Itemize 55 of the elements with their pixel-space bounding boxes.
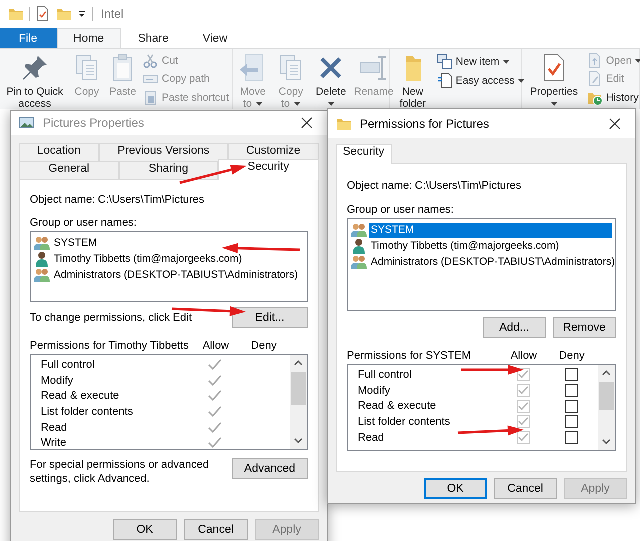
section-label: Permissions for SYSTEM: [347, 350, 472, 362]
history-button[interactable]: History: [585, 88, 640, 107]
window-title: Intel: [101, 7, 124, 21]
field-label: Object name:: [347, 180, 414, 192]
user-list-item[interactable]: Timothy Tibbetts (tim@majorgeeks.com): [369, 238, 562, 254]
object-path: C:\Users\Tim\Pictures: [415, 180, 522, 192]
permission-name: Read: [358, 432, 386, 444]
user-list-item[interactable]: Administrators (DESKTOP-TABIUST\Administrators): [52, 268, 300, 282]
dialog-tab[interactable]: Location: [19, 143, 100, 161]
user-list-item[interactable]: Timothy Tibbetts (tim@majorgeeks.com): [52, 252, 244, 266]
permission-name: List folder contents: [358, 416, 452, 428]
edit-button[interactable]: Edit...: [232, 307, 308, 328]
permission-name: Read & execute: [41, 390, 120, 402]
dialog-button[interactable]: Cancel: [494, 478, 557, 499]
dialog-button[interactable]: Cancel: [184, 519, 248, 540]
ribbon-tab[interactable]: View: [186, 28, 245, 48]
section-label: Group or user names:: [347, 204, 455, 216]
delete-button[interactable]: Delete: [310, 51, 352, 107]
section-label: Group or user names:: [30, 217, 138, 229]
hint-text: For special permissions or advanced settings, click Advanced.: [30, 458, 210, 486]
list-action-button[interactable]: Remove: [553, 317, 616, 338]
permission-name: Read & execute: [358, 400, 438, 412]
permission-name: Read: [41, 422, 68, 434]
dialog-title: Permissions for Pictures: [360, 116, 490, 130]
permission-name: Write: [41, 437, 68, 449]
advanced-button[interactable]: Advanced: [232, 458, 308, 479]
pin-button[interactable]: Pin to Quick access: [1, 51, 69, 107]
dialog-tab[interactable]: Security: [336, 144, 392, 164]
permission-name: Modify: [41, 374, 74, 387]
list-action-button[interactable]: Add...: [483, 317, 546, 338]
ribbon-tab[interactable]: Share: [121, 28, 186, 48]
dialog-tab[interactable]: Previous Versions: [99, 143, 228, 161]
user-list-item[interactable]: SYSTEM: [369, 222, 612, 238]
dialog-title: Pictures Properties: [43, 116, 144, 130]
column-header: Allow: [202, 340, 230, 352]
dialog-tab[interactable]: General: [19, 161, 120, 179]
object-path: C:\Users\Tim\Pictures: [98, 194, 205, 206]
permission-name: Full control: [41, 358, 96, 371]
user-list-item[interactable]: SYSTEM: [52, 236, 100, 250]
permission-name: Modify: [358, 384, 392, 397]
dialog-tab[interactable]: Sharing: [119, 161, 218, 179]
section-label: Permissions for Timothy Tibbetts: [30, 340, 190, 352]
permission-name: List folder contents: [41, 406, 134, 418]
hint-text: To change permissions, click Edit: [30, 312, 192, 324]
field-label: Object name:: [30, 194, 96, 206]
file-menu-tab[interactable]: File: [0, 28, 57, 48]
column-header: Deny: [250, 340, 278, 352]
column-header: Deny: [558, 350, 586, 362]
ribbon-tab[interactable]: Home: [56, 28, 122, 48]
dialog-tab[interactable]: Security: [218, 159, 319, 180]
user-list-item[interactable]: Administrators (DESKTOP-TABIUST\Administrators): [369, 254, 618, 270]
permission-name: Full control: [358, 368, 413, 381]
dialog-button[interactable]: OK: [113, 519, 177, 540]
column-header: Allow: [510, 350, 538, 362]
dialog-button[interactable]: OK: [424, 478, 487, 499]
